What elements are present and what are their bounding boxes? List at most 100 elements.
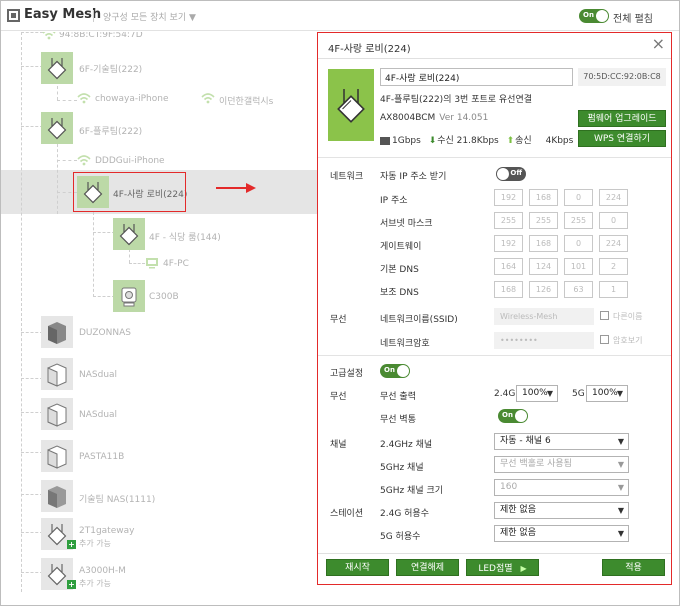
nas-node-icon[interactable] bbox=[41, 480, 73, 512]
tree-node-label[interactable]: 94:8B:CT:9F:54:7D bbox=[59, 32, 143, 40]
add-node-icon[interactable]: + bbox=[67, 580, 76, 589]
ssid-rename-checkbox[interactable] bbox=[600, 311, 609, 320]
subnet-octet-input[interactable]: 255 bbox=[564, 212, 593, 229]
gateway-octet-input[interactable]: 0 bbox=[564, 235, 593, 252]
subnet-octet-input[interactable]: 255 bbox=[494, 212, 523, 229]
chevron-down-icon: ▼ bbox=[546, 389, 553, 398]
power-5g-select[interactable]: 100% ▼ bbox=[586, 385, 628, 402]
tree-node-label[interactable]: 4F - 식당 룸(144) bbox=[149, 230, 221, 243]
advanced-toggle[interactable]: On bbox=[380, 364, 410, 378]
router-icon bbox=[119, 224, 139, 246]
chevron-down-icon: ▼ bbox=[617, 529, 624, 538]
tree-node-label[interactable]: chowaya-iPhone bbox=[95, 94, 169, 104]
nas-node-icon[interactable] bbox=[41, 316, 73, 348]
subnet-octet-input[interactable]: 255 bbox=[529, 212, 558, 229]
dns1-octet-input[interactable]: 124 bbox=[529, 258, 558, 275]
dns2-octet-input[interactable]: 126 bbox=[529, 281, 558, 298]
secondary-dns-label: 보조 DNS bbox=[380, 288, 419, 298]
band-5g-label: 5G bbox=[572, 389, 585, 399]
tree-node-label[interactable]: 6F-기술팀(222) bbox=[79, 62, 142, 75]
tx-power-label: 무선 출력 bbox=[380, 392, 416, 402]
gateway-octet-input[interactable]: 168 bbox=[529, 235, 558, 252]
router-icon bbox=[337, 89, 365, 123]
firmware-upgrade-button[interactable]: 펌웨어 업그레이드 bbox=[578, 110, 666, 127]
expand-all-toggle[interactable]: On bbox=[579, 9, 609, 23]
dns2-octet-input[interactable]: 168 bbox=[494, 281, 523, 298]
channel-24g-select[interactable]: 자동 - 채널 6 ▼ bbox=[494, 433, 629, 450]
ip-octet-input[interactable]: 168 bbox=[529, 189, 558, 206]
add-node-icon[interactable]: + bbox=[67, 540, 76, 549]
auto-ip-toggle[interactable]: Off bbox=[496, 167, 526, 181]
show-password-checkbox[interactable] bbox=[600, 335, 609, 344]
tree-node-label[interactable]: 기술팀 NAS(1111) bbox=[79, 492, 155, 505]
tree-node-label[interactable]: C300B bbox=[149, 292, 179, 302]
tree-node-sublabel: 추가 가능 bbox=[79, 579, 111, 588]
wireless-backhaul-toggle[interactable]: On bbox=[498, 409, 528, 423]
gateway-octet-input[interactable]: 192 bbox=[494, 235, 523, 252]
gateway-octet-input[interactable]: 224 bbox=[599, 235, 628, 252]
ssid-input[interactable]: Wireless-Mesh bbox=[494, 308, 594, 325]
device-name-input[interactable] bbox=[380, 68, 573, 86]
router-node-icon[interactable] bbox=[41, 112, 73, 144]
tree-node-label[interactable]: 4F-PC bbox=[163, 259, 189, 269]
chevron-down-icon: ▼ bbox=[616, 389, 623, 398]
channel-width-select[interactable]: 160 ▼ bbox=[494, 479, 629, 496]
nas-node-icon[interactable] bbox=[41, 440, 73, 472]
nas-icon bbox=[48, 486, 66, 508]
led-blink-button[interactable]: LED점멸 ▶ bbox=[466, 559, 539, 576]
ip-octet-input[interactable]: 224 bbox=[599, 189, 628, 206]
network-section-label: 네트워크 bbox=[330, 172, 364, 182]
dns1-octet-input[interactable]: 2 bbox=[599, 258, 628, 275]
tree-node-label[interactable]: 2T1gateway bbox=[79, 526, 134, 536]
panel-title: 4F-사랑 로비(224) bbox=[328, 44, 411, 55]
upload-arrow-icon: ⬆ bbox=[506, 136, 515, 146]
mac-address: 70:5D:CC:92:0B:C8 bbox=[578, 68, 666, 86]
device-model: AX8004BCM Ver 14.051 bbox=[380, 113, 489, 123]
station-24g-select[interactable]: 제한 없음 ▼ bbox=[494, 502, 629, 519]
nas-node-icon[interactable] bbox=[41, 358, 73, 390]
tree-node-label[interactable]: 이던한갤럭시s bbox=[219, 94, 273, 107]
apply-button[interactable]: 적용 bbox=[602, 559, 665, 576]
channel-5g-label: 5GHz 채널 bbox=[380, 463, 424, 473]
mesh-tree: 94:8B:CT:9F:54:7D 6F-기술팀(222) chowaya-iP… bbox=[1, 32, 319, 604]
play-icon: ▶ bbox=[520, 564, 527, 573]
restart-button[interactable]: 재시작 bbox=[326, 559, 389, 576]
router-node-icon[interactable] bbox=[41, 52, 73, 84]
tree-node-label[interactable]: 6F-플루팀(222) bbox=[79, 124, 142, 137]
password-input[interactable]: •••••••• bbox=[494, 332, 594, 349]
router-node-icon[interactable] bbox=[113, 218, 145, 250]
channel-24g-label: 2.4GHz 채널 bbox=[380, 440, 433, 450]
ip-octet-input[interactable]: 192 bbox=[494, 189, 523, 206]
dns2-octet-input[interactable]: 63 bbox=[564, 281, 593, 298]
tree-node-label[interactable]: NASdual bbox=[79, 410, 117, 420]
station-5g-select[interactable]: 제한 없음 ▼ bbox=[494, 525, 629, 542]
channel-5g-select[interactable]: 무선 백홀로 사용됨 ▼ bbox=[494, 456, 629, 473]
download-arrow-icon: ⬇ bbox=[428, 136, 437, 146]
close-icon[interactable]: × bbox=[652, 34, 665, 53]
dns2-octet-input[interactable]: 1 bbox=[599, 281, 628, 298]
subnet-octet-input[interactable]: 0 bbox=[599, 212, 628, 229]
camera-node-icon[interactable] bbox=[113, 280, 145, 312]
nas-icon bbox=[47, 403, 67, 427]
device-filter-dropdown[interactable]: 양구성 모든 장치 보기 ▼ bbox=[103, 10, 196, 23]
tree-node-label[interactable]: A3000H-M bbox=[79, 566, 126, 576]
nas-node-icon[interactable] bbox=[41, 398, 73, 430]
power-24g-select[interactable]: 100% ▼ bbox=[516, 385, 558, 402]
wifi-icon bbox=[201, 93, 215, 104]
chevron-down-icon: ▼ bbox=[617, 460, 624, 469]
ip-octet-input[interactable]: 0 bbox=[564, 189, 593, 206]
advanced-section-label: 고급설정 bbox=[330, 369, 364, 379]
dns1-octet-input[interactable]: 164 bbox=[494, 258, 523, 275]
tree-node-label[interactable]: PASTA11B bbox=[79, 452, 124, 462]
primary-dns-label: 기본 DNS bbox=[380, 265, 419, 275]
tree-node-label[interactable]: DDDGui-iPhone bbox=[95, 156, 165, 166]
dns1-octet-input[interactable]: 101 bbox=[564, 258, 593, 275]
wps-connect-button[interactable]: WPS 연결하기 bbox=[578, 130, 666, 147]
disconnect-button[interactable]: 연결해제 bbox=[396, 559, 459, 576]
selected-node-highlight bbox=[73, 172, 186, 212]
wifi-icon bbox=[77, 155, 91, 166]
tree-node-label[interactable]: DUZONNAS bbox=[79, 328, 131, 338]
nas-icon bbox=[47, 363, 67, 387]
tree-node-label[interactable]: NASdual bbox=[79, 370, 117, 380]
divider bbox=[93, 10, 94, 22]
